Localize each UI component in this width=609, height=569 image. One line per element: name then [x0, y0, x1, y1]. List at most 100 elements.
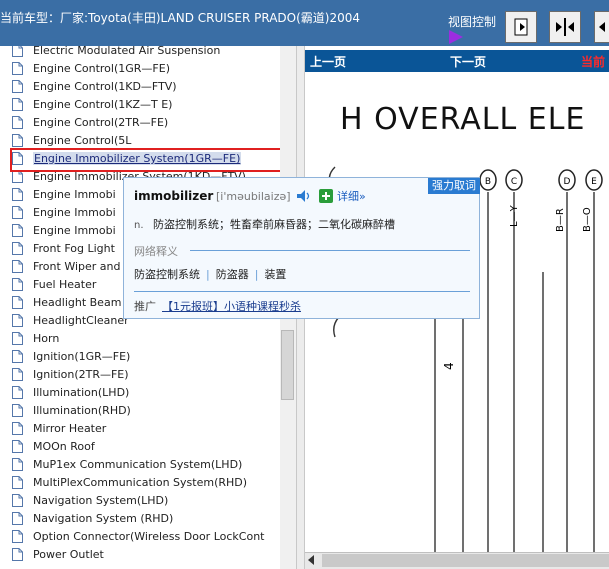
tree-item-label: Option Connector(Wireless Door LockCont — [33, 530, 265, 543]
tree-item-label: Engine Immobi — [33, 188, 116, 201]
document-icon — [12, 422, 23, 435]
title-bar: 当前车型：厂家:Toyota(丰田)LAND CRUISER PRADO(霸道)… — [0, 0, 609, 46]
side-number-label: 4 — [442, 362, 456, 370]
document-icon — [12, 440, 23, 453]
net-definitions-list: 防盗控制系统 | 防盗器 | 装置 — [134, 266, 286, 282]
tree-item[interactable]: Engine Control(2TR—FE) — [0, 114, 280, 132]
tree-item[interactable]: Electric Modulated Air Suspension — [0, 46, 280, 60]
document-icon — [12, 206, 23, 219]
separator: | — [254, 268, 259, 281]
net-definition-item[interactable]: 防盗器 — [216, 268, 249, 281]
power-lookup-tag[interactable]: 强力取词 — [428, 178, 480, 194]
wire-label-bo: B—O — [582, 207, 593, 232]
tree-item[interactable]: Option Connector(Wireless Door LockCont — [0, 528, 280, 546]
tree-item[interactable]: Ignition(1GR—FE) — [0, 348, 280, 366]
tree-item[interactable]: Horn — [0, 330, 280, 348]
tree-item-label: Ignition(2TR—FE) — [33, 368, 129, 381]
phonetic: [i'məubilaizə] — [216, 190, 291, 203]
tree-item-label: HeadlightCleaner — [33, 314, 129, 327]
tree-item[interactable]: Engine Control(1KZ—T E) — [0, 96, 280, 114]
dictionary-popup: 强力取词 immobilizer [i'məubilaizə] 详细» n. 防… — [123, 177, 480, 319]
net-definition-item[interactable]: 装置 — [264, 268, 286, 281]
tree-item[interactable]: Navigation System(LHD) — [0, 492, 280, 510]
tree-item[interactable]: Illumination(LHD) — [0, 384, 280, 402]
add-to-wordbook-icon[interactable] — [318, 188, 334, 204]
tree-item-label: Engine Control(2TR—FE) — [33, 116, 169, 129]
tree-item-label: Navigation System(LHD) — [33, 494, 169, 507]
tree-item[interactable]: Mirror Heater — [0, 420, 280, 438]
document-icon — [12, 296, 23, 309]
double-page-view-button[interactable] — [549, 11, 581, 43]
speaker-icon[interactable] — [296, 189, 312, 203]
tree-scrollbar-thumb[interactable] — [281, 330, 294, 400]
fit-width-icon — [599, 22, 605, 32]
tree-item-label: MuItiPlexCommunication System(RHD) — [33, 476, 248, 489]
prev-page-link[interactable]: 上一页 — [310, 53, 346, 70]
tree-item-label: Power Outlet — [33, 548, 104, 561]
tree-item[interactable]: Ignition(2TR—FE) — [0, 366, 280, 384]
document-icon — [12, 476, 23, 489]
page-horizontal-scrollbar-thumb[interactable] — [322, 554, 609, 567]
next-page-link[interactable]: 下一页 — [450, 53, 486, 70]
tree-item[interactable]: MuP1ex Communication System(LHD) — [0, 456, 280, 474]
promo-link[interactable]: 【1元报班】小语种课程秒杀 — [162, 300, 301, 313]
play-icon[interactable] — [449, 30, 463, 44]
part-of-speech: n. — [134, 220, 144, 231]
wire-label-ly: L—Y — [509, 204, 520, 227]
promo-label: 推广 — [134, 300, 156, 313]
tree-item[interactable]: Engine Control(1GR—FE) — [0, 60, 280, 78]
lookup-word: immobilizer — [134, 189, 214, 203]
vehicle-title: 当前车型：厂家:Toyota(丰田)LAND CRUISER PRADO(霸道)… — [0, 11, 361, 25]
single-page-view-button[interactable] — [505, 11, 537, 43]
divider — [190, 250, 470, 251]
document-icon — [12, 458, 23, 471]
document-icon — [12, 134, 23, 147]
divider — [134, 291, 470, 292]
net-definition-item[interactable]: 防盗控制系统 — [134, 268, 200, 281]
document-icon — [12, 494, 23, 507]
tree-item-label: Navigation System (RHD) — [33, 512, 174, 525]
tree-item-label: Engine Immobi — [33, 224, 116, 237]
document-icon — [12, 314, 23, 327]
tree-item[interactable]: Illumination(RHD) — [0, 402, 280, 420]
tree-item[interactable]: Navigation System (RHD) — [0, 510, 280, 528]
single-page-icon — [514, 18, 528, 36]
tree-item-label: Engine Immobi — [33, 206, 116, 219]
separator: | — [206, 268, 210, 281]
document-icon — [12, 512, 23, 525]
document-icon — [12, 224, 23, 237]
tree-item[interactable]: MOOn Roof — [0, 438, 280, 456]
connector-c-label: C — [511, 177, 517, 187]
connector-d-label: D — [564, 177, 571, 187]
promo-line: 推广 【1元报班】小语种课程秒杀 — [134, 298, 301, 314]
document-icon — [12, 530, 23, 543]
tree-item[interactable]: Power Outlet — [0, 546, 280, 564]
double-page-icon — [556, 18, 574, 36]
tree-item-label: Engine Control(1GR—FE) — [33, 62, 170, 75]
tree-item-label: Fuel Heater — [33, 278, 97, 291]
scroll-left-arrow-icon[interactable] — [308, 555, 314, 565]
connector-e-label: E — [591, 177, 597, 187]
tree-item-label: Mirror Heater — [33, 422, 107, 435]
document-icon — [12, 332, 23, 345]
tree-item[interactable]: Engine Control(1KD—FTV) — [0, 78, 280, 96]
definition-line: n. 防盗控制系统；牲畜牵前麻昏器；二氧化碳麻醉槽 — [134, 216, 395, 232]
selection-highlight-box — [10, 148, 289, 172]
tree-item-label: Headlight Beam — [33, 296, 122, 309]
connector-b-label: B — [485, 177, 491, 187]
tree-item[interactable]: MuItiPlexCommunication System(RHD) — [0, 474, 280, 492]
tree-item-label: Illumination(RHD) — [33, 404, 131, 417]
tree-item-label: Illumination(LHD) — [33, 386, 130, 399]
document-icon — [12, 386, 23, 399]
document-icon — [12, 548, 23, 561]
document-icon — [12, 404, 23, 417]
document-icon — [12, 116, 23, 129]
detail-link[interactable]: 详细» — [337, 188, 366, 204]
tree-item-label: Engine Control(5L — [33, 134, 132, 147]
document-icon — [12, 368, 23, 381]
document-icon — [12, 80, 23, 93]
document-icon — [12, 242, 23, 255]
fit-width-view-button[interactable] — [594, 11, 609, 43]
view-control-label: 视图控制 — [448, 15, 497, 29]
document-icon — [12, 188, 23, 201]
